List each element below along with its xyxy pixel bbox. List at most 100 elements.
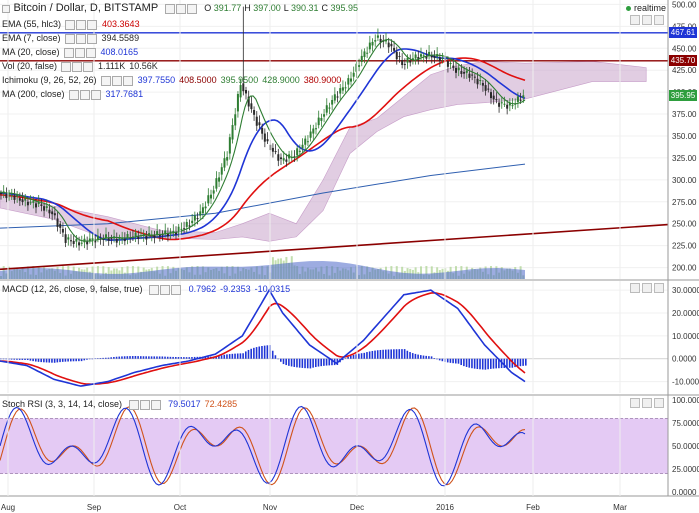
hide-icon[interactable]	[79, 89, 90, 100]
candle-body	[67, 237, 70, 240]
candle-body	[309, 131, 312, 138]
hide-icon[interactable]	[72, 61, 83, 72]
candle-body	[446, 61, 449, 67]
candle-body	[134, 232, 137, 237]
rsi-pane-maximize-icon[interactable]	[642, 398, 652, 408]
macd-histogram-bar	[175, 356, 177, 359]
macd-histogram-bar	[45, 358, 48, 363]
macd-histogram-bar	[282, 358, 285, 365]
macd-histogram-bar	[352, 354, 355, 359]
indicator-legend-row[interactable]: EMA (7, close) 394.5589	[2, 32, 143, 44]
macd-histogram-bar	[430, 356, 433, 359]
macd-histogram-bar	[177, 357, 180, 359]
candle-body	[360, 55, 363, 62]
pane-up-icon[interactable]	[630, 15, 640, 25]
hide-icon[interactable]	[111, 75, 122, 86]
settings-icon[interactable]	[63, 47, 74, 58]
candle-body	[503, 103, 506, 105]
macd-histogram-bar	[80, 358, 83, 362]
settings-icon[interactable]	[68, 89, 79, 100]
macd-histogram-bar	[110, 357, 112, 359]
macd-histogram-bar	[140, 356, 142, 359]
macd-histogram-bar	[164, 356, 166, 359]
rsi-settings-icon[interactable]	[128, 399, 139, 410]
macd-histogram-bar	[236, 353, 239, 359]
compare-icon[interactable]	[186, 3, 197, 14]
macd-histogram-bar	[172, 356, 174, 359]
hide-icon[interactable]	[175, 3, 186, 14]
macd-histogram-bar	[376, 350, 379, 359]
macd-settings-icon[interactable]	[149, 284, 160, 295]
macd-hide-icon[interactable]	[160, 284, 171, 295]
hide-icon[interactable]	[76, 19, 87, 30]
macd-histogram-bar	[366, 352, 368, 359]
macd-histogram-bar	[245, 351, 247, 359]
candle-body	[43, 206, 46, 211]
close-icon[interactable]	[122, 75, 133, 86]
macd-histogram-bar	[441, 358, 444, 362]
pane-maximize-icon[interactable]	[642, 15, 652, 25]
candle-body	[29, 202, 32, 204]
macd-histogram-bar	[123, 356, 126, 359]
macd-histogram-bar	[266, 345, 269, 359]
hide-icon[interactable]	[74, 47, 85, 58]
macd-histogram-bar	[449, 358, 452, 363]
settings-icon[interactable]	[64, 33, 75, 44]
candle-body	[250, 103, 253, 110]
realtime-dot-icon	[626, 6, 631, 12]
macd-pane-maximize-icon[interactable]	[642, 283, 652, 293]
pane-close-icon[interactable]	[654, 15, 664, 25]
candle-body	[231, 125, 234, 140]
candle-body	[376, 35, 379, 38]
x-tick-label: Nov	[263, 503, 277, 512]
rsi-pane-close-icon[interactable]	[654, 398, 664, 408]
candle-body	[201, 207, 204, 214]
close-icon[interactable]	[85, 47, 96, 58]
macd-histogram-bar	[492, 358, 495, 369]
macd-histogram-bar	[37, 358, 40, 362]
settings-icon[interactable]	[100, 75, 111, 86]
rsi-tick-label: 0.0000	[672, 488, 697, 497]
collapse-icon[interactable]	[2, 4, 10, 13]
macd-histogram-bar	[374, 350, 376, 359]
indicator-value: 397.7550	[137, 75, 176, 85]
indicator-value: 428.9000	[262, 75, 300, 85]
candle-body	[463, 71, 466, 74]
settings-icon[interactable]	[65, 19, 76, 30]
candle-body	[70, 240, 72, 242]
rsi-hide-icon[interactable]	[139, 399, 150, 410]
close-icon[interactable]	[87, 19, 98, 30]
settings-icon[interactable]	[164, 3, 175, 14]
rsi-pane[interactable]	[0, 405, 668, 487]
price-pane-controls	[628, 15, 664, 25]
candle-body	[506, 104, 509, 109]
indicator-legend-row[interactable]: MA (20, close) 408.0165	[2, 46, 142, 58]
macd-histogram-bar	[312, 358, 314, 368]
macd-histogram-bar	[420, 355, 422, 359]
rsi-tick-label: 75.0000	[672, 419, 699, 428]
hide-icon[interactable]	[75, 33, 86, 44]
candle-body	[328, 107, 331, 109]
macd-close-icon[interactable]	[171, 284, 182, 295]
candle-body	[110, 238, 113, 240]
macd-histogram-bar	[382, 349, 384, 359]
macd-signal-line	[0, 291, 526, 386]
macd-histogram-bar	[304, 358, 306, 369]
indicator-legend-row[interactable]: EMA (55, hlc3) 403.3643	[2, 18, 144, 30]
macd-pane-close-icon[interactable]	[654, 283, 664, 293]
indicator-legend-row[interactable]: Ichimoku (9, 26, 52, 26) 397.7550 408.5000…	[2, 74, 345, 86]
macd-pane-up-icon[interactable]	[630, 283, 640, 293]
indicator-legend-row[interactable]: MA (200, close) 317.7681	[2, 88, 147, 100]
candle-body	[352, 72, 355, 77]
indicator-legend-row[interactable]: Vol (20, false) 1.111K 10.56K	[2, 60, 162, 72]
close-icon[interactable]	[86, 33, 97, 44]
rsi-pane-up-icon[interactable]	[630, 398, 640, 408]
rsi-close-icon[interactable]	[150, 399, 161, 410]
price-tick-label: 225.00	[672, 242, 697, 251]
macd-pane[interactable]	[0, 288, 668, 387]
close-icon[interactable]	[90, 89, 101, 100]
indicator-label: EMA (55, hlc3)	[2, 19, 62, 29]
close-icon[interactable]	[83, 61, 94, 72]
settings-icon[interactable]	[61, 61, 72, 72]
candle-body	[406, 57, 409, 63]
